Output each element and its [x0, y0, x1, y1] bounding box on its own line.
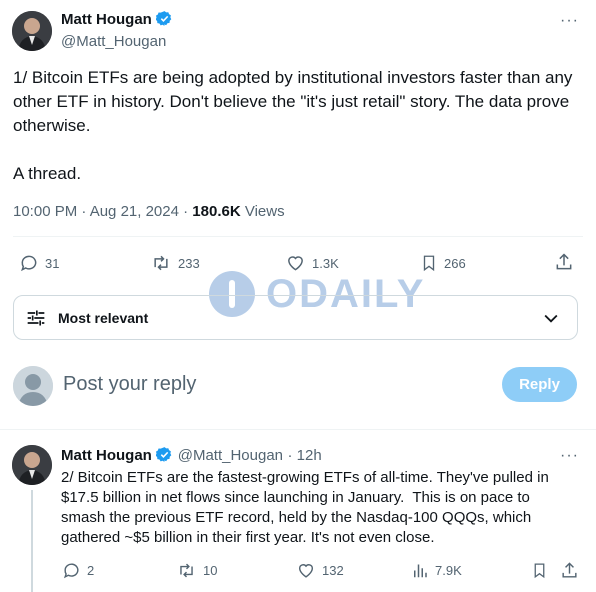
reply-reply-count: 2: [87, 563, 95, 578]
bookmark-action[interactable]: 266: [420, 253, 466, 273]
repost-action[interactable]: 233: [150, 253, 200, 273]
more-options-icon[interactable]: ···: [560, 447, 579, 465]
reply-count: 31: [45, 255, 60, 271]
views-label: Views: [244, 203, 285, 220]
verified-badge-icon: [155, 446, 173, 468]
reply-bookmark-action[interactable]: [531, 561, 548, 580]
bookmark-icon: [534, 563, 545, 579]
reply-views-action[interactable]: 7.9K: [411, 561, 462, 580]
share-icon: [556, 253, 572, 270]
repost-icon: [154, 255, 168, 271]
chevron-down-icon: [544, 314, 558, 323]
reply-text: 2/ Bitcoin ETFs are the fastest-growing …: [61, 469, 553, 546]
reply-icon: [21, 255, 37, 272]
analytics-icon: [414, 564, 427, 578]
heart-icon: [298, 564, 314, 578]
reply-button[interactable]: Reply: [502, 367, 577, 402]
reply-icon: [63, 563, 79, 579]
sort-dropdown[interactable]: Most relevant: [13, 295, 578, 340]
reply-repost-count: 10: [203, 563, 218, 578]
reply-share-action[interactable]: [560, 561, 579, 580]
bookmark-count: 266: [444, 255, 466, 271]
tweet-timestamp[interactable]: 10:00 PM · Aug 21, 2024 ·: [13, 203, 188, 220]
sort-label: Most relevant: [58, 309, 149, 326]
reply-views-count: 7.9K: [435, 563, 462, 578]
reply-like-count: 132: [322, 563, 344, 578]
share-action[interactable]: [554, 252, 574, 272]
divider: [0, 429, 596, 430]
tweet-meta: 10:00 PM · Aug 21, 2024 · 180.6K Views: [13, 203, 285, 220]
user-avatar[interactable]: [13, 366, 53, 406]
repost-icon: [180, 563, 193, 578]
author-name[interactable]: Matt Hougan: [61, 11, 152, 28]
thread-line: [31, 490, 33, 592]
author-avatar[interactable]: [12, 11, 52, 51]
reply-author-avatar[interactable]: [12, 445, 52, 485]
author-handle[interactable]: @Matt_Hougan: [61, 33, 166, 50]
reply-input[interactable]: Post your reply: [63, 373, 196, 396]
more-options-icon[interactable]: ···: [560, 12, 579, 30]
like-count: 1.3K: [312, 255, 339, 271]
reply-action[interactable]: 31: [19, 253, 59, 273]
reply-age[interactable]: · 12h: [287, 447, 321, 464]
reply-reply-action[interactable]: 2: [62, 561, 94, 580]
views-count: 180.6K: [192, 203, 241, 220]
share-icon: [562, 562, 577, 578]
tweet-text: 1/ Bitcoin ETFs are being adopted by ins…: [13, 68, 573, 183]
divider: [13, 236, 583, 237]
reply-like-action[interactable]: 132: [296, 561, 344, 580]
repost-count: 233: [178, 255, 200, 271]
verified-badge-icon: [155, 10, 173, 32]
reply-author-name[interactable]: Matt Hougan: [61, 447, 152, 464]
reply-author-handle[interactable]: @Matt_Hougan: [178, 447, 283, 464]
reply-repost-action[interactable]: 10: [176, 561, 217, 580]
sliders-icon: [27, 310, 45, 325]
